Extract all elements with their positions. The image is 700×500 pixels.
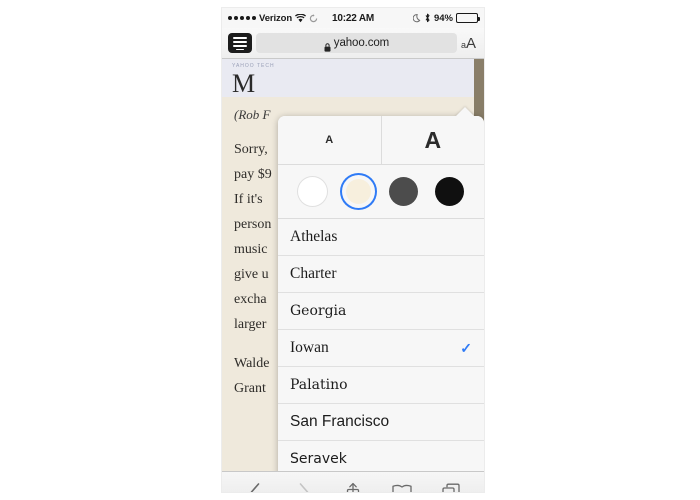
- font-label: Athelas: [290, 228, 338, 246]
- phone-screen: Verizon 10:22 AM 94% yahoo.com a A YAHOO…: [222, 8, 484, 492]
- url-text: yahoo.com: [333, 37, 390, 49]
- font-option-athelas[interactable]: Athelas: [278, 219, 484, 256]
- do-not-disturb-icon: [412, 13, 421, 23]
- font-option-palatino[interactable]: Palatino: [278, 367, 484, 404]
- article-title: M: [232, 69, 256, 97]
- status-bar: Verizon 10:22 AM 94%: [222, 8, 484, 28]
- font-label: Charter: [290, 265, 337, 283]
- carrier-label: Verizon: [259, 12, 293, 24]
- url-bar: yahoo.com a A: [222, 28, 484, 59]
- font-option-seravek[interactable]: Seravek: [278, 441, 484, 471]
- font-label: Palatino: [290, 377, 348, 393]
- share-button[interactable]: [336, 477, 370, 492]
- theme-swatch-black[interactable]: [433, 175, 466, 208]
- tabs-icon: [442, 483, 460, 492]
- status-left: Verizon: [228, 13, 318, 24]
- text-size-button[interactable]: a A: [461, 35, 478, 52]
- tabs-button[interactable]: [434, 477, 468, 492]
- text-size-large-a: A: [465, 34, 476, 52]
- font-option-san-francisco[interactable]: San Francisco: [278, 404, 484, 441]
- chevron-left-icon: [250, 483, 259, 492]
- theme-swatch-sepia[interactable]: [342, 175, 375, 208]
- article-header: YAHOO TECH M: [222, 59, 484, 97]
- chevron-right-icon: [299, 483, 309, 492]
- status-right: 94%: [412, 12, 480, 24]
- wifi-icon: [295, 13, 307, 23]
- sync-icon: [309, 13, 318, 23]
- bluetooth-icon: [424, 13, 431, 23]
- theme-swatch-white[interactable]: [296, 175, 329, 208]
- theme-swatch-row: [278, 165, 484, 219]
- font-option-iowan[interactable]: Iowan ✓: [278, 330, 484, 367]
- font-option-charter[interactable]: Charter: [278, 256, 484, 293]
- font-label: San Francisco: [290, 413, 390, 431]
- signal-strength-dots: [228, 16, 256, 20]
- font-label: Iowan: [290, 339, 329, 357]
- font-label: Georgia: [290, 303, 347, 319]
- font-list: Athelas Charter Georgia Iowan ✓ Palatino…: [278, 219, 484, 471]
- bookmarks-button[interactable]: [385, 477, 419, 492]
- forward-button[interactable]: [287, 477, 321, 492]
- font-label: Seravek: [290, 451, 347, 467]
- theme-swatch-gray[interactable]: [387, 175, 420, 208]
- browser-toolbar: [222, 471, 484, 492]
- large-a-label: A: [424, 126, 442, 153]
- selected-check-icon: ✓: [460, 339, 472, 356]
- font-option-georgia[interactable]: Georgia: [278, 293, 484, 330]
- battery-percent-label: 94%: [433, 12, 453, 24]
- book-icon: [392, 484, 412, 492]
- webpage-content: YAHOO TECH M (Rob F Sorry, pay $9 If it'…: [222, 59, 484, 471]
- text-size-row: A A: [278, 116, 484, 165]
- small-a-label: A: [325, 134, 334, 146]
- reader-appearance-popover: A A Athelas Charter Georgia Iowan ✓ Pala…: [278, 107, 484, 471]
- back-button[interactable]: [238, 477, 272, 492]
- reader-mode-icon[interactable]: [228, 33, 252, 53]
- increase-text-size-button[interactable]: A: [382, 116, 485, 164]
- battery-icon: [456, 13, 480, 23]
- lock-icon: [324, 39, 331, 52]
- screenshot-root: Verizon 10:22 AM 94% yahoo.com a A YAHOO…: [0, 0, 700, 500]
- decrease-text-size-button[interactable]: A: [278, 116, 382, 164]
- share-icon: [346, 482, 360, 492]
- address-field[interactable]: yahoo.com: [256, 33, 457, 53]
